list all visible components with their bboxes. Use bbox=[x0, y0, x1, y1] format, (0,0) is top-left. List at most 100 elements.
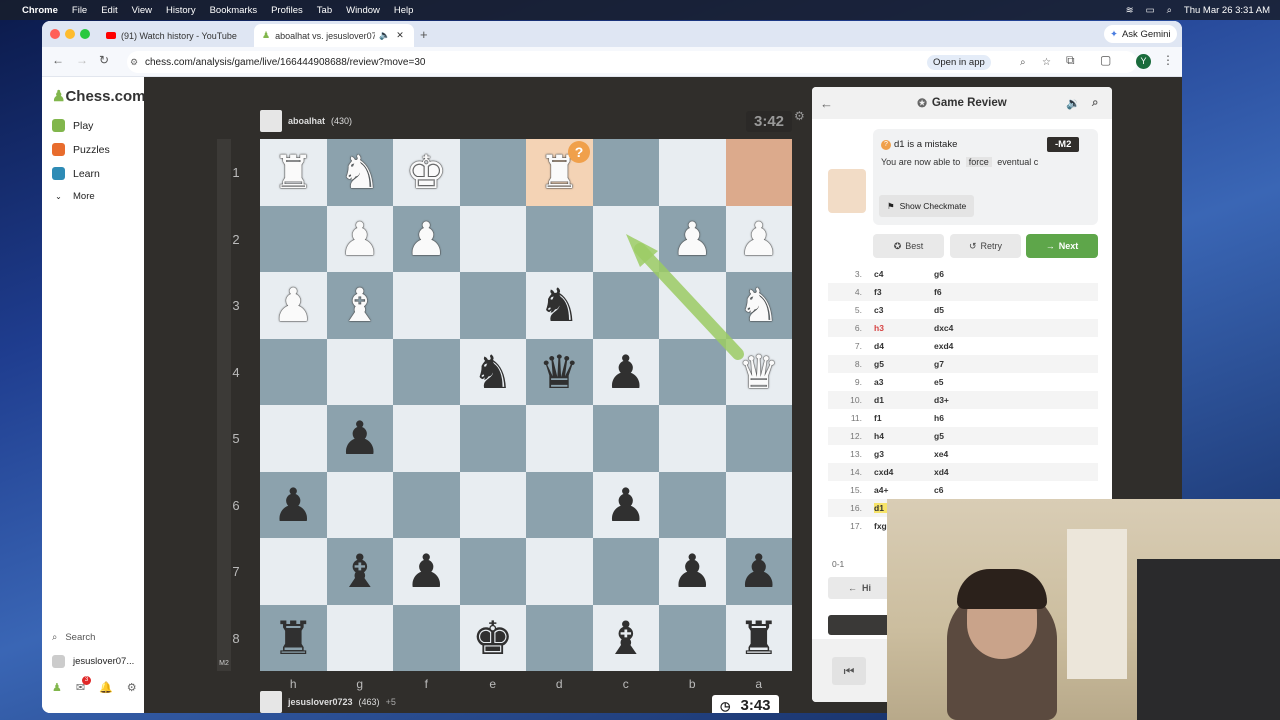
board-square-g4[interactable] bbox=[326, 338, 393, 405]
bottom-player-avatar[interactable] bbox=[260, 691, 282, 713]
black-move[interactable]: d5 bbox=[934, 305, 994, 315]
black-move[interactable]: d3+ bbox=[934, 395, 994, 405]
black-pawn-piece[interactable]: ♟ bbox=[659, 538, 726, 605]
reload-icon[interactable]: ↻ bbox=[99, 53, 109, 67]
board-square-c5[interactable] bbox=[592, 405, 659, 472]
board-square-a1[interactable] bbox=[725, 139, 792, 206]
tab-close-icon[interactable]: ✕ bbox=[396, 30, 404, 41]
white-knight-piece[interactable]: ♞ bbox=[327, 139, 394, 206]
black-bishop-piece[interactable]: ♝ bbox=[593, 605, 660, 672]
retry-button[interactable]: ↺ Retry bbox=[950, 234, 1021, 258]
chesscom-logo[interactable]: ♟Chess.com bbox=[52, 87, 146, 105]
speaker-icon[interactable]: 🔈 bbox=[379, 30, 390, 41]
board-square-e2[interactable] bbox=[459, 205, 526, 272]
board-square-h4[interactable] bbox=[260, 338, 327, 405]
bottom-player-name[interactable]: jesuslover0723 bbox=[288, 697, 353, 707]
white-move[interactable]: a3 bbox=[874, 377, 934, 387]
black-move[interactable]: exd4 bbox=[934, 341, 994, 351]
white-queen-piece[interactable]: ♛ bbox=[726, 339, 793, 406]
show-checkmate-button[interactable]: ⚑ Show Checkmate bbox=[879, 195, 975, 217]
menu-edit[interactable]: Edit bbox=[101, 5, 117, 16]
white-move[interactable]: a4+ bbox=[874, 485, 934, 495]
board-square-a5[interactable] bbox=[725, 405, 792, 472]
white-pawn-piece[interactable]: ♟ bbox=[393, 206, 460, 273]
close-window-button[interactable] bbox=[50, 29, 60, 39]
white-move[interactable]: c4 bbox=[874, 269, 934, 279]
white-pawn-piece[interactable]: ♟ bbox=[327, 206, 394, 273]
board-square-e7[interactable] bbox=[459, 538, 526, 605]
forward-icon[interactable]: → bbox=[76, 53, 88, 67]
top-player-name[interactable]: aboalhat bbox=[288, 116, 325, 126]
settings-gear-icon[interactable]: ⚙ bbox=[127, 681, 137, 694]
battery-icon[interactable]: ▭ bbox=[1146, 5, 1155, 16]
black-move[interactable]: xd4 bbox=[934, 467, 994, 477]
board-square-b1[interactable] bbox=[659, 139, 726, 206]
white-pawn-piece[interactable]: ♟ bbox=[726, 206, 793, 273]
black-move[interactable]: g5 bbox=[934, 431, 994, 441]
black-pawn-piece[interactable]: ♟ bbox=[327, 405, 394, 472]
black-bishop-piece[interactable]: ♝ bbox=[327, 538, 394, 605]
sidebar-item-play[interactable]: Play bbox=[52, 119, 93, 132]
white-move[interactable]: h3 bbox=[874, 323, 934, 333]
white-bishop-piece[interactable]: ♝ bbox=[327, 272, 394, 339]
black-move[interactable]: g7 bbox=[934, 359, 994, 369]
menu-help[interactable]: Help bbox=[394, 5, 414, 16]
profile-avatar[interactable]: Y bbox=[1136, 54, 1151, 69]
open-in-app-button[interactable]: Open in app bbox=[927, 54, 991, 70]
review-search-icon[interactable]: ⌕ bbox=[1092, 97, 1098, 110]
tab-youtube[interactable]: (91) Watch history - YouTube bbox=[98, 24, 252, 47]
board-square-a6[interactable] bbox=[725, 471, 792, 538]
black-pawn-piece[interactable]: ♟ bbox=[260, 472, 327, 539]
board-square-e1[interactable] bbox=[459, 139, 526, 206]
board-square-h5[interactable] bbox=[260, 405, 327, 472]
board-square-f4[interactable] bbox=[393, 338, 460, 405]
board-square-f8[interactable] bbox=[393, 604, 460, 671]
cast-icon[interactable]: ▢ bbox=[1100, 53, 1111, 67]
board-square-e3[interactable] bbox=[459, 272, 526, 339]
menu-profiles[interactable]: Profiles bbox=[271, 5, 303, 16]
black-pawn-piece[interactable]: ♟ bbox=[593, 472, 660, 539]
menubar-search-icon[interactable]: ⌕ bbox=[1167, 5, 1172, 16]
board-square-b6[interactable] bbox=[659, 471, 726, 538]
menu-history[interactable]: History bbox=[166, 5, 196, 16]
board-square-e5[interactable] bbox=[459, 405, 526, 472]
next-button[interactable]: → Next bbox=[1026, 234, 1098, 258]
board-square-b3[interactable] bbox=[659, 272, 726, 339]
black-move[interactable]: f6 bbox=[934, 287, 994, 297]
board-square-c2[interactable] bbox=[592, 205, 659, 272]
black-knight-piece[interactable]: ♞ bbox=[460, 339, 527, 406]
board-square-f3[interactable] bbox=[393, 272, 460, 339]
white-knight-piece[interactable]: ♞ bbox=[726, 272, 793, 339]
board-square-d7[interactable] bbox=[526, 538, 593, 605]
black-move[interactable]: e5 bbox=[934, 377, 994, 387]
black-move[interactable]: c6 bbox=[934, 485, 994, 495]
black-queen-piece[interactable]: ♛ bbox=[526, 339, 593, 406]
black-king-piece[interactable]: ♚ bbox=[460, 605, 527, 672]
board-square-b8[interactable] bbox=[659, 604, 726, 671]
black-rook-piece[interactable]: ♜ bbox=[726, 605, 793, 672]
back-arrow-icon[interactable]: ← bbox=[820, 96, 833, 111]
board-square-c1[interactable] bbox=[592, 139, 659, 206]
black-pawn-piece[interactable]: ♟ bbox=[726, 538, 793, 605]
best-button[interactable]: ✪ Best bbox=[873, 234, 944, 258]
tab-chess[interactable]: ♟ aboalhat vs. jesuslover07... 🔈 ✕ bbox=[254, 24, 414, 47]
black-pawn-piece[interactable]: ♟ bbox=[393, 538, 460, 605]
white-move[interactable]: f3 bbox=[874, 287, 934, 297]
white-move[interactable]: f1 bbox=[874, 413, 934, 423]
black-move[interactable]: xe4 bbox=[934, 449, 994, 459]
sound-icon[interactable]: 🔉 bbox=[1066, 96, 1080, 110]
board-square-c3[interactable] bbox=[592, 272, 659, 339]
board-square-d2[interactable] bbox=[526, 205, 593, 272]
board-square-d6[interactable] bbox=[526, 471, 593, 538]
menu-tab[interactable]: Tab bbox=[317, 5, 332, 16]
wifi-icon[interactable]: ≋ bbox=[1126, 5, 1134, 16]
board-square-b4[interactable] bbox=[659, 338, 726, 405]
white-pawn-piece[interactable]: ♟ bbox=[659, 206, 726, 273]
bell-icon[interactable]: 🔔 bbox=[99, 681, 113, 694]
menu-file[interactable]: File bbox=[72, 5, 87, 16]
white-move[interactable]: d1 bbox=[874, 395, 934, 405]
white-king-piece[interactable]: ♚ bbox=[393, 139, 460, 206]
menu-app-name[interactable]: Chrome bbox=[22, 5, 58, 16]
white-pawn-piece[interactable]: ♟ bbox=[260, 272, 327, 339]
white-move[interactable]: cxd4 bbox=[874, 467, 934, 477]
